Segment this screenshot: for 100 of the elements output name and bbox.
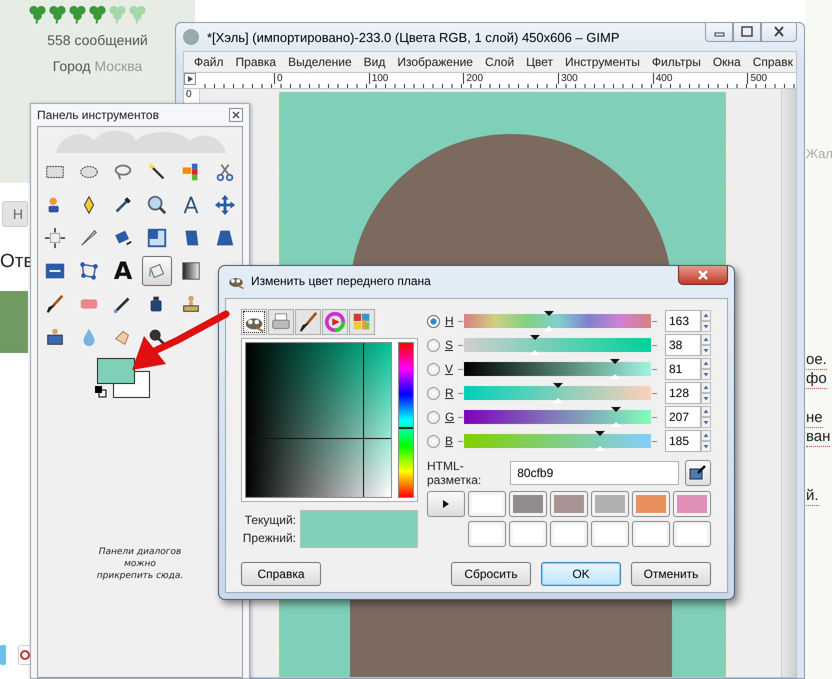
color-history-swatch[interactable]	[509, 491, 547, 517]
color-history-swatch[interactable]	[550, 491, 588, 517]
menu-item[interactable]: Изображение	[391, 55, 479, 69]
maximize-icon[interactable]	[733, 23, 761, 42]
stamp-icon	[180, 293, 202, 315]
color-history-swatch[interactable]	[468, 521, 506, 547]
spin-arrows-icon[interactable]	[701, 358, 711, 380]
window-title: *[Хэль] (импортировано)-233.0 (Цвета RGB, 1 слой) 450x606 – GIMP	[207, 30, 620, 44]
value-field[interactable]: 185	[665, 430, 701, 452]
color-history-swatch[interactable]	[468, 491, 506, 517]
slider-track[interactable]	[464, 338, 651, 352]
channel-label: B	[444, 434, 454, 448]
photo-placeholder	[0, 291, 28, 353]
play-icon	[443, 500, 449, 508]
value-field[interactable]: 163	[665, 310, 701, 332]
color-plane[interactable]	[245, 342, 392, 498]
color-history-swatch[interactable]	[591, 491, 629, 517]
move-arrows-icon	[214, 194, 236, 216]
slider-track[interactable]	[464, 434, 651, 448]
color-history-swatch[interactable]	[509, 521, 547, 547]
hue-strip[interactable]	[398, 342, 414, 498]
post-count: 558 сообщений	[47, 32, 148, 48]
menu-item[interactable]: Файл	[188, 55, 230, 69]
close-icon[interactable]	[761, 23, 797, 42]
text-fragment: не	[806, 409, 823, 428]
radio-button[interactable]	[427, 338, 440, 352]
menu-item[interactable]: Инструменты	[559, 55, 646, 69]
scrollbar[interactable]	[781, 89, 796, 677]
close-button[interactable]	[678, 266, 728, 285]
value-field[interactable]: 207	[665, 406, 701, 428]
text-fragment: Жал	[806, 146, 832, 161]
hex-field[interactable]: 80cfb9	[510, 461, 680, 485]
radio-button[interactable]	[427, 410, 440, 424]
tool-button[interactable]	[142, 256, 172, 286]
channel-label: V	[444, 362, 454, 376]
ruler-menu-icon[interactable]	[184, 73, 196, 85]
clover-icon	[48, 4, 67, 24]
channel-label: H	[444, 314, 455, 328]
value-field[interactable]: 128	[665, 382, 701, 404]
city-name: Москва	[94, 58, 142, 74]
menu-item[interactable]: Справк	[746, 55, 799, 69]
slider-track[interactable]	[464, 386, 651, 400]
clover-icon	[28, 4, 47, 24]
selector-tab[interactable]	[241, 309, 267, 335]
dialog-button[interactable]: Справка	[241, 562, 321, 586]
brush-icon	[297, 311, 319, 333]
radio-button[interactable]	[427, 386, 440, 400]
dialog-button[interactable]: Сбросить	[451, 562, 531, 586]
spin-arrows-icon[interactable]	[701, 334, 711, 356]
text-fragment: ое.	[806, 351, 827, 370]
slider-track[interactable]	[464, 410, 651, 424]
color-history-swatch[interactable]	[550, 521, 588, 547]
menu-item[interactable]: Слой	[478, 55, 520, 69]
minimize-icon[interactable]	[705, 23, 733, 42]
dialog-button[interactable]: Отменить	[631, 562, 711, 586]
spin-arrows-icon[interactable]	[701, 382, 711, 404]
city-label: Город Москва	[52, 58, 142, 74]
color-history-swatch[interactable]	[632, 491, 670, 517]
avatar-icon	[183, 29, 199, 45]
value-field[interactable]: 81	[665, 358, 701, 380]
menu-item[interactable]: Выделение	[282, 55, 358, 69]
close-icon[interactable]	[229, 108, 243, 122]
clover-icon	[68, 4, 87, 24]
color-history-swatch[interactable]	[673, 491, 711, 517]
spin-arrows-icon[interactable]	[701, 310, 711, 332]
nodes-icon	[78, 260, 100, 282]
stamp-icon	[44, 326, 66, 348]
color-history-swatch[interactable]	[632, 521, 670, 547]
radio-button[interactable]	[427, 362, 440, 376]
menu-item[interactable]: Цвет	[520, 55, 560, 69]
text-tool-button[interactable]: A	[108, 256, 138, 286]
text-fragment: ван	[806, 428, 830, 447]
color-history-swatch[interactable]	[673, 521, 711, 547]
html-label: HTML-разметка:	[427, 459, 482, 487]
radio-button[interactable]	[427, 314, 440, 328]
spin-arrows-icon[interactable]	[701, 430, 711, 452]
value-field[interactable]: 38	[665, 334, 701, 356]
reset-colors-icon[interactable]	[95, 386, 107, 398]
menu-item[interactable]: Фильтры	[646, 55, 707, 69]
dialog-button[interactable]: OK	[541, 562, 621, 586]
menu-item[interactable]: Окна	[706, 55, 747, 69]
color-history-swatch[interactable]	[591, 521, 629, 547]
channel-label: S	[444, 338, 454, 352]
slider-track[interactable]	[464, 362, 651, 376]
menu-item[interactable]: Правка	[230, 55, 282, 69]
eyedropper-button[interactable]	[685, 460, 711, 486]
ruler-label: 400	[652, 73, 748, 84]
spin-arrows-icon[interactable]	[701, 406, 711, 428]
radio-button[interactable]	[427, 434, 440, 448]
text-fragment: фо	[806, 370, 827, 389]
share-icon[interactable]	[18, 645, 32, 665]
slider-track[interactable]	[464, 314, 651, 328]
channel-label: G	[444, 410, 456, 424]
menu-item[interactable]: Вид	[358, 55, 392, 69]
magnifier-icon	[146, 194, 168, 216]
color-picker-area[interactable]	[241, 338, 418, 502]
previous-label: Прежний:	[242, 530, 296, 547]
tab-button[interactable]: Н	[2, 201, 28, 227]
history-menu-button[interactable]	[427, 491, 465, 517]
selector-tab[interactable]	[295, 309, 321, 335]
